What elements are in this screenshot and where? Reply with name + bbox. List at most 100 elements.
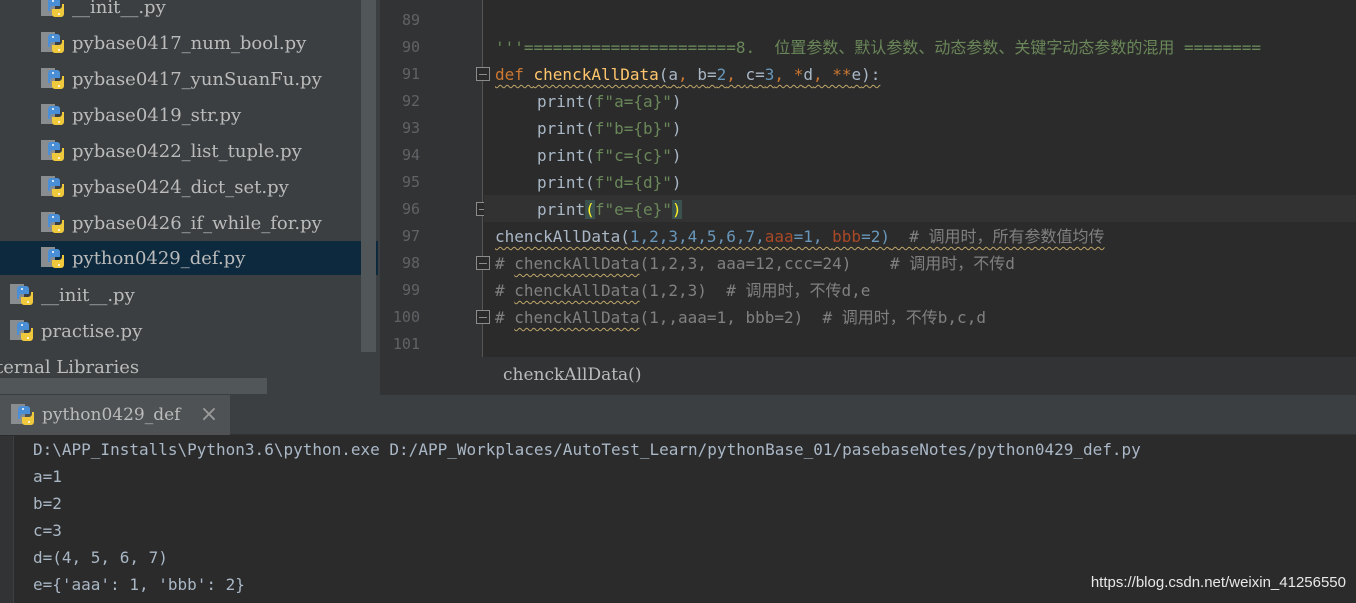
tree-file-str[interactable]: pybase0419_str.py bbox=[40, 98, 241, 132]
tree-file-init-2[interactable]: __init__.py bbox=[9, 278, 135, 312]
print-call: print( bbox=[537, 173, 595, 192]
tree-file-label: pybase0424_dict_set.py bbox=[72, 176, 289, 198]
paren: ) bbox=[671, 173, 682, 192]
paren: ) bbox=[671, 92, 682, 111]
console-line: D:\APP_Installs\Python3.6\python.exe D:/… bbox=[33, 440, 1141, 459]
line-number: 99 bbox=[401, 281, 420, 299]
python-file-icon bbox=[40, 66, 66, 92]
param-b: b bbox=[697, 65, 707, 84]
line-number: 93 bbox=[401, 119, 420, 137]
code-line-95[interactable]: print(f"d={d}") bbox=[537, 169, 682, 196]
param-e: e bbox=[851, 65, 862, 84]
fold-toggle-icon[interactable] bbox=[476, 310, 490, 324]
arg-value: =2) bbox=[861, 227, 890, 246]
print-call: print( bbox=[537, 119, 595, 138]
watermark: https://blog.csdn.net/weixin_41256550 bbox=[1090, 574, 1346, 591]
matched-paren: ( bbox=[585, 200, 595, 219]
commented-call: chenckAllData bbox=[514, 308, 640, 327]
code-line-97[interactable]: chenckAllData(1,2,3,4,5,6,7,aaa=1, bbb=2… bbox=[495, 223, 1105, 250]
print-call: print( bbox=[537, 92, 595, 111]
python-file-icon bbox=[9, 282, 35, 308]
call-args: 1,2,3,4,5,6,7, bbox=[629, 227, 765, 246]
code-line-98[interactable]: # chenckAllData(1,2,3, aaa=12,ccc=24) # … bbox=[495, 250, 1015, 277]
fold-toggle-icon[interactable] bbox=[476, 256, 490, 270]
run-panel-header: python0429_def × bbox=[0, 395, 1356, 435]
line-number: 95 bbox=[401, 173, 420, 191]
code-line-91[interactable]: def chenckAllData(a, b=2, c=3, *d, **e): bbox=[495, 61, 880, 88]
breadcrumb-bar: chenckAllData() bbox=[380, 357, 1356, 395]
print-call: print( bbox=[537, 146, 595, 165]
tree-file-practise[interactable]: practise.py bbox=[9, 314, 142, 348]
tree-file-init-1[interactable]: __init__.py bbox=[40, 0, 166, 24]
close-icon[interactable]: × bbox=[199, 404, 219, 426]
run-tab-label: python0429_def bbox=[42, 405, 181, 425]
commented-call: chenckAllData bbox=[514, 281, 640, 300]
separator: , ** bbox=[812, 65, 852, 84]
comment-text: (1,2,3, aaa=12,ccc=24) # 调用时，不传d bbox=[639, 254, 1015, 273]
paren: ): bbox=[861, 65, 881, 84]
code-line-94[interactable]: print(f"c={c}") bbox=[537, 142, 682, 169]
python-file-icon bbox=[10, 402, 36, 428]
console-line: d=(4, 5, 6, 7) bbox=[33, 548, 168, 567]
tree-folder-label: ternal Libraries bbox=[0, 356, 140, 378]
f-string: f"a={a}" bbox=[594, 92, 672, 111]
run-tab[interactable]: python0429_def × bbox=[0, 395, 230, 435]
tree-file-label: pybase0417_yunSuanFu.py bbox=[72, 68, 322, 90]
comment-hash: # bbox=[495, 308, 515, 327]
keyword-arg: bbb bbox=[832, 227, 862, 246]
python-file-icon bbox=[40, 0, 66, 20]
code-line-96[interactable]: print(f"e={e}") bbox=[537, 196, 682, 223]
fold-toggle-icon[interactable] bbox=[476, 67, 490, 81]
separator: , * bbox=[774, 65, 804, 84]
equals: = bbox=[755, 65, 765, 84]
tree-file-label: python0429_def.py bbox=[72, 247, 246, 269]
tree-file-num-bool[interactable]: pybase0417_num_bool.py bbox=[40, 26, 306, 60]
tree-file-label: __init__.py bbox=[72, 0, 166, 18]
def-keyword: def bbox=[495, 65, 534, 84]
arg-value: =1, bbox=[793, 227, 833, 246]
code-line-93[interactable]: print(f"b={b}") bbox=[537, 115, 682, 142]
python-file-icon bbox=[40, 102, 66, 128]
console-line: c=3 bbox=[33, 521, 62, 540]
python-file-icon bbox=[9, 318, 35, 344]
tree-file-dict-set[interactable]: pybase0424_dict_set.py bbox=[40, 170, 289, 204]
code-editor[interactable]: 89 90 91 92 93 94 95 96 97 98 99 100 101… bbox=[380, 0, 1356, 395]
code-line-90[interactable]: '''======================8. 位置参数、默认参数、动态… bbox=[495, 34, 1261, 61]
tree-file-label: pybase0426_if_while_for.py bbox=[72, 212, 322, 234]
default-value: 2 bbox=[716, 65, 727, 84]
keyword-arg: aaa bbox=[764, 227, 794, 246]
console-line: a=1 bbox=[33, 467, 62, 486]
line-number: 94 bbox=[401, 146, 420, 164]
tree-file-if-while-for[interactable]: pybase0426_if_while_for.py bbox=[40, 206, 322, 240]
line-comment: # 调用时，所有参数值均传 bbox=[889, 227, 1105, 246]
python-file-icon bbox=[40, 30, 66, 56]
function-call: chenckAllData( bbox=[495, 227, 630, 246]
param-a: a bbox=[668, 65, 679, 84]
print-call: print bbox=[537, 200, 586, 219]
docstring: '''======================8. 位置参数、默认参数、动态… bbox=[495, 38, 1262, 57]
line-number: 91 bbox=[401, 65, 420, 83]
tree-vertical-scrollbar[interactable] bbox=[361, 0, 376, 352]
f-string: f"e={e}" bbox=[594, 200, 672, 219]
function-name: chenckAllData bbox=[533, 65, 659, 84]
tree-file-def-selected[interactable]: python0429_def.py bbox=[0, 241, 378, 275]
param-c: c bbox=[745, 65, 756, 84]
code-line-100[interactable]: # chenckAllData(1,,aaa=1, bbb=2) # 调用时，不… bbox=[495, 304, 986, 331]
f-string: f"c={c}" bbox=[594, 146, 672, 165]
tree-file-label: practise.py bbox=[41, 320, 143, 342]
comment-hash: # bbox=[495, 281, 515, 300]
tree-horizontal-scrollbar[interactable] bbox=[0, 378, 267, 394]
breadcrumb[interactable]: chenckAllData() bbox=[503, 365, 641, 385]
comment-hash: # bbox=[495, 254, 515, 273]
console-line: e={'aaa': 1, 'bbb': 2} bbox=[33, 575, 245, 594]
tree-file-list-tuple[interactable]: pybase0422_list_tuple.py bbox=[40, 134, 302, 168]
default-value: 3 bbox=[764, 65, 775, 84]
code-line-99[interactable]: # chenckAllData(1,2,3) # 调用时，不传d,e bbox=[495, 277, 870, 304]
matched-paren: ) bbox=[671, 200, 682, 219]
code-line-92[interactable]: print(f"a={a}") bbox=[537, 88, 682, 115]
project-tree-panel: __init__.py pybase0417_num_bool.py pybas… bbox=[0, 0, 380, 395]
param-d: d bbox=[803, 65, 813, 84]
tree-file-yunsuanfu[interactable]: pybase0417_yunSuanFu.py bbox=[40, 62, 322, 96]
separator: , bbox=[726, 65, 746, 84]
line-number: 100 bbox=[392, 308, 420, 326]
